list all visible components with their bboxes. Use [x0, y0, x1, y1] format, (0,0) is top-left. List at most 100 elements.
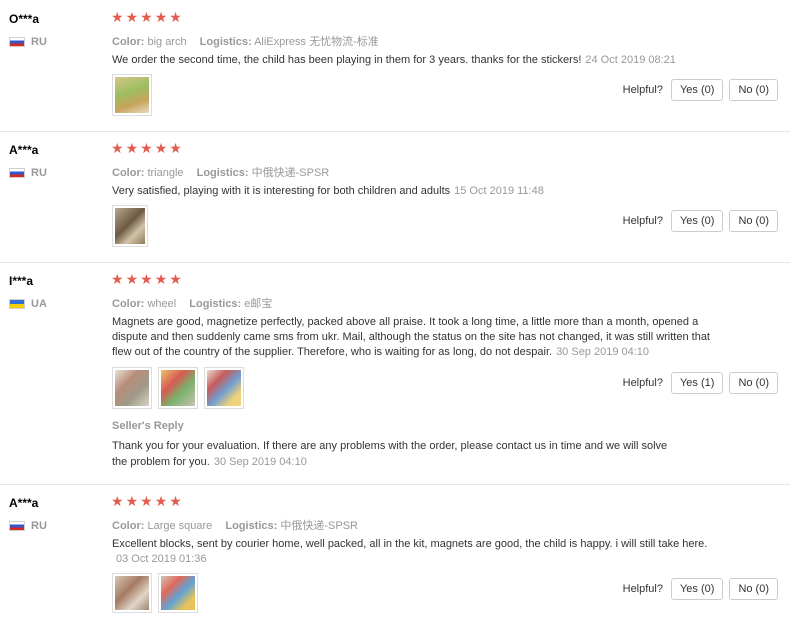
logistics-label: Logistics:	[196, 167, 249, 179]
helpful-label: Helpful?	[622, 84, 663, 96]
star-icon: ★	[111, 493, 124, 509]
star-icon: ★	[140, 493, 153, 509]
reviewer-name: A***a	[9, 496, 39, 510]
review-photos	[112, 573, 198, 613]
helpful-label: Helpful?	[622, 215, 663, 227]
review-text-block: Excellent blocks, sent by courier home, …	[112, 537, 712, 567]
no-button[interactable]: No (0)	[729, 578, 778, 600]
star-icon: ★	[154, 140, 168, 156]
review-photos	[112, 205, 148, 247]
color-label: Color:	[112, 36, 145, 48]
review-item: O***a RU ★ ★ ★ ★ ★ Color: big arch Logistics…	[0, 0, 790, 132]
review-photos	[112, 74, 152, 116]
review-photo[interactable]	[112, 205, 148, 247]
rating-stars: ★ ★ ★ ★ ★	[111, 494, 182, 508]
star-icon: ★	[169, 493, 182, 509]
country-code: RU	[31, 36, 47, 48]
review-date: 30 Sep 2019 04:10	[556, 346, 650, 358]
star-icon: ★	[169, 9, 182, 25]
color-label: Color:	[112, 167, 145, 179]
review-text: Very satisfied, playing with it is inter…	[112, 185, 451, 197]
star-icon: ★	[125, 493, 139, 509]
logistics-label: Logistics:	[189, 298, 242, 310]
color-value: Large square	[147, 520, 213, 532]
seller-reply-text: Thank you for your evaluation. If there …	[112, 440, 668, 468]
star-icon: ★	[111, 271, 124, 287]
color-label: Color:	[112, 520, 145, 532]
star-icon: ★	[111, 140, 124, 156]
logistics-value: 中俄快递-SPSR	[280, 520, 358, 532]
no-button[interactable]: No (0)	[729, 79, 778, 101]
rating-stars: ★ ★ ★ ★ ★	[111, 10, 182, 24]
review-photo[interactable]	[112, 573, 152, 613]
review-date: 24 Oct 2019 08:21	[585, 54, 676, 66]
review-text: Excellent blocks, sent by courier home, …	[112, 538, 708, 550]
country-code: RU	[31, 520, 47, 532]
review-photo[interactable]	[204, 367, 244, 409]
reviewer-country: RU	[9, 167, 47, 179]
russia-flag-icon	[9, 168, 25, 178]
logistics-value: AliExpress 无忧物流-标准	[254, 36, 379, 48]
reviewer-country: RU	[9, 520, 47, 532]
helpful-controls: Helpful? Yes (1) No (0)	[623, 372, 778, 394]
color-value: triangle	[147, 167, 184, 179]
star-icon: ★	[169, 140, 182, 156]
review-photo[interactable]	[158, 367, 198, 409]
yes-button[interactable]: Yes (0)	[670, 210, 724, 232]
review-photo[interactable]	[112, 74, 152, 116]
review-date: 03 Oct 2019 01:36	[116, 553, 207, 565]
reviewer-country: RU	[9, 36, 47, 48]
star-icon: ★	[125, 140, 139, 156]
review-text-block: Very satisfied, playing with it is inter…	[112, 184, 712, 199]
helpful-controls: Helpful? Yes (0) No (0)	[623, 79, 778, 101]
review-photo[interactable]	[158, 573, 198, 613]
review-meta: Color: Large square Logistics: 中俄快递-SPSR	[112, 517, 368, 533]
rating-stars: ★ ★ ★ ★ ★	[111, 141, 182, 155]
star-icon: ★	[140, 140, 153, 156]
seller-reply-date: 30 Sep 2019 04:10	[213, 456, 307, 468]
logistics-label: Logistics:	[199, 36, 252, 48]
no-button[interactable]: No (0)	[729, 210, 778, 232]
review-text-block: Magnets are good, magnetize perfectly, p…	[112, 315, 712, 360]
review-photo[interactable]	[112, 367, 152, 409]
review-meta: Color: triangle Logistics: 中俄快递-SPSR	[112, 164, 339, 180]
review-meta: Color: big arch Logistics: AliExpress 无忧…	[112, 33, 389, 49]
ukraine-flag-icon	[9, 299, 25, 309]
helpful-controls: Helpful? Yes (0) No (0)	[623, 210, 778, 232]
star-icon: ★	[111, 9, 124, 25]
color-value: big arch	[147, 36, 187, 48]
reviewer-name: I***a	[9, 274, 34, 288]
star-icon: ★	[140, 271, 153, 287]
star-icon: ★	[125, 9, 139, 25]
color-value: wheel	[147, 298, 177, 310]
yes-button[interactable]: Yes (0)	[670, 79, 724, 101]
rating-stars: ★ ★ ★ ★ ★	[111, 272, 182, 286]
review-meta: Color: wheel Logistics: e邮宝	[112, 295, 282, 311]
review-photos	[112, 367, 244, 409]
logistics-label: Logistics:	[225, 520, 278, 532]
seller-reply-title: Seller's Reply	[112, 420, 184, 432]
russia-flag-icon	[9, 521, 25, 531]
no-button[interactable]: No (0)	[729, 372, 778, 394]
reviewer-country: UA	[9, 298, 47, 310]
reviewer-name: O***a	[9, 12, 40, 26]
yes-button[interactable]: Yes (1)	[670, 372, 724, 394]
review-text-block: We order the second time, the child has …	[112, 53, 712, 68]
star-icon: ★	[125, 271, 139, 287]
helpful-label: Helpful?	[622, 377, 663, 389]
review-date: 15 Oct 2019 11:48	[454, 185, 544, 197]
star-icon: ★	[140, 9, 153, 25]
logistics-value: e邮宝	[244, 298, 273, 310]
review-item: A***a RU ★ ★ ★ ★ ★ Color: Large square Logis…	[0, 484, 790, 618]
star-icon: ★	[154, 493, 168, 509]
review-item: A***a RU ★ ★ ★ ★ ★ Color: triangle Logistics…	[0, 131, 790, 263]
helpful-label: Helpful?	[622, 583, 663, 595]
country-code: UA	[31, 298, 47, 310]
country-code: RU	[31, 167, 47, 179]
star-icon: ★	[169, 271, 182, 287]
yes-button[interactable]: Yes (0)	[670, 578, 724, 600]
reviewer-name: A***a	[9, 143, 39, 157]
star-icon: ★	[154, 271, 168, 287]
star-icon: ★	[154, 9, 168, 25]
helpful-controls: Helpful? Yes (0) No (0)	[623, 578, 778, 600]
